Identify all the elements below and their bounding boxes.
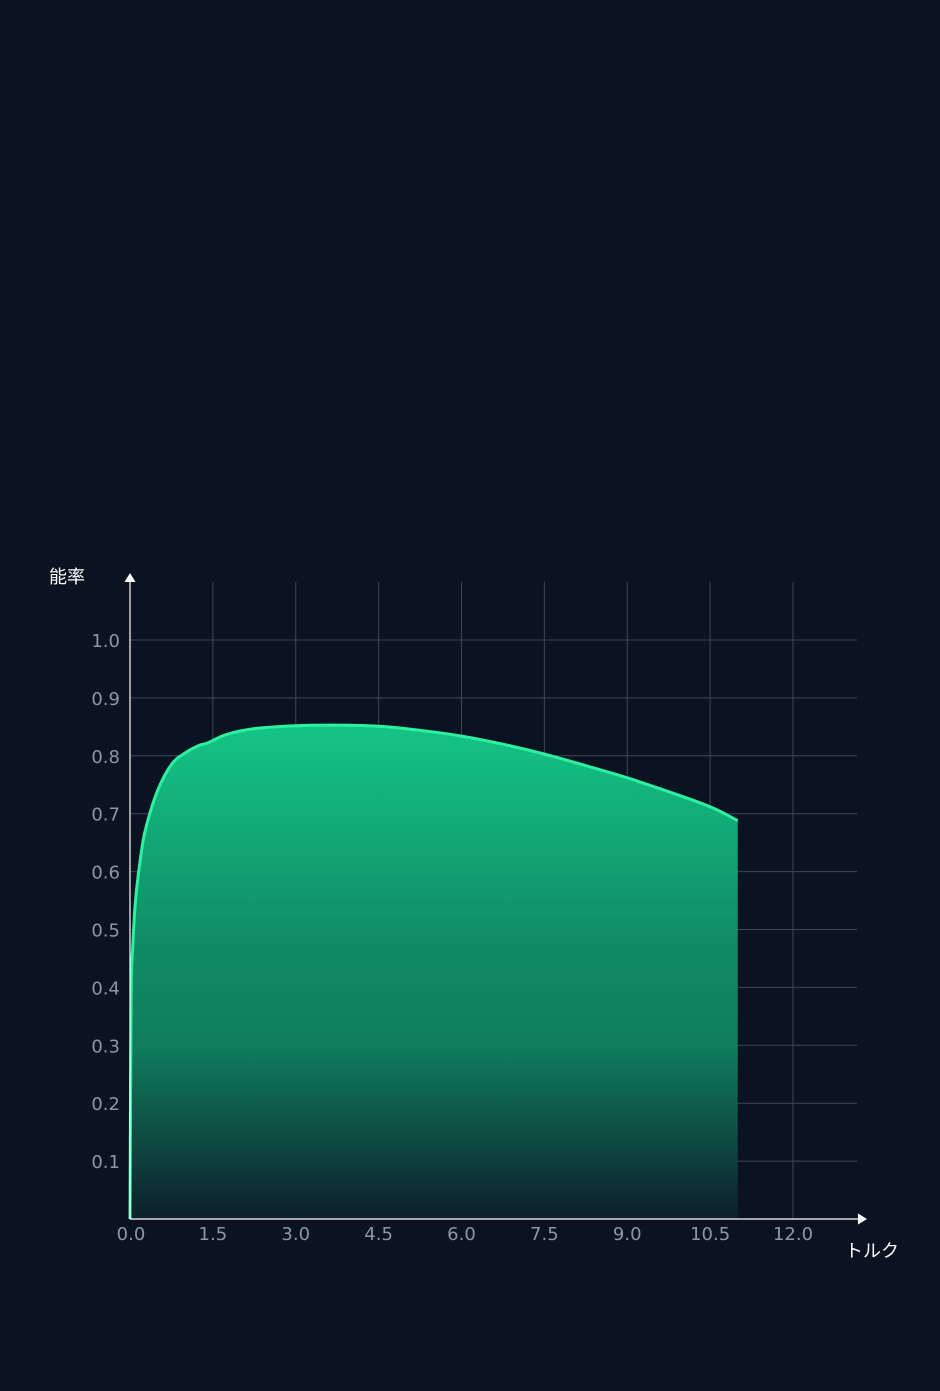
y-axis-title: 能率 [49, 567, 85, 588]
y-tick-label: 0.6 [91, 863, 120, 884]
efficiency-area-chart: 0.1 0.2 0.3 0.4 0.5 0.6 0.7 0.8 0.9 1.0 0.0 1.5 3.0 4… [49, 567, 899, 1262]
x-tick-label: 4.5 [364, 1224, 393, 1245]
y-tick-label: 0.8 [91, 747, 120, 768]
x-tick-label: 10.5 [690, 1224, 730, 1245]
x-tick-label: 7.5 [530, 1224, 559, 1245]
y-tick-label: 0.7 [91, 805, 120, 826]
y-tick-label: 0.4 [91, 978, 120, 999]
area-layer [128, 723, 739, 1220]
y-tick-label: 0.9 [91, 689, 120, 710]
x-tick-label: 0.0 [117, 1224, 146, 1245]
x-axis-arrow-icon [858, 1213, 867, 1225]
y-tick-label: 0.5 [91, 921, 120, 942]
x-tick-label: 3.0 [281, 1224, 310, 1245]
y-tick-label: 1.0 [91, 631, 120, 652]
x-axis-title: トルク [845, 1241, 899, 1262]
x-tick-label: 1.5 [199, 1224, 228, 1245]
y-tick-label: 0.3 [91, 1036, 120, 1057]
x-tick-label: 9.0 [613, 1224, 642, 1245]
y-axis-arrow-icon [124, 573, 136, 582]
x-tick-label: 6.0 [447, 1224, 476, 1245]
efficiency-area-fill [130, 725, 738, 1219]
y-tick-label: 0.1 [91, 1152, 120, 1173]
y-tick-label: 0.2 [91, 1094, 120, 1115]
x-tick-label: 12.0 [773, 1224, 813, 1245]
